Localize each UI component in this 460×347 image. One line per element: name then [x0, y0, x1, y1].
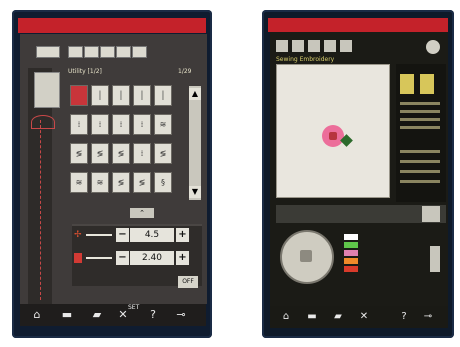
control-bar[interactable] — [276, 205, 446, 223]
dial-center-button[interactable] — [300, 250, 312, 262]
home-icon[interactable]: ⌂ — [276, 308, 296, 326]
header-label: Sewing Embroidery — [276, 56, 335, 63]
length-graphic — [86, 257, 112, 259]
off-button[interactable]: OFF — [178, 276, 198, 288]
stitch-button[interactable]: ≋ — [154, 114, 172, 135]
toolbar-button-1[interactable] — [68, 46, 83, 58]
stitch-button[interactable]: § — [154, 172, 172, 193]
stitch-button[interactable]: ≶ — [154, 143, 172, 164]
color-swatch-3[interactable] — [344, 250, 358, 256]
length-icon — [74, 253, 82, 263]
stitch-button[interactable]: ⁞ — [133, 143, 151, 164]
toolbar-button-3[interactable] — [100, 46, 115, 58]
stitch-button[interactable]: ⁞ — [70, 114, 88, 135]
toolbar-button-4[interactable] — [324, 40, 336, 52]
lock-icon[interactable]: ⊸ — [170, 306, 192, 324]
page-indicator: 1/29 — [178, 68, 192, 75]
color-swatch-5[interactable] — [344, 266, 358, 272]
panel-collapse-icon[interactable]: ⌃ — [130, 208, 154, 218]
toolbar-button-1[interactable] — [276, 40, 288, 52]
width-value: 4.5 — [130, 228, 174, 242]
width-graphic — [86, 234, 112, 236]
color-swatch-4[interactable] — [344, 258, 358, 264]
top-red-bar — [268, 18, 448, 32]
stitch-button[interactable]: ≋ — [70, 172, 88, 193]
toolbar-button-2[interactable] — [292, 40, 304, 52]
left-touchscreen: Utility [1/2] 1/29 │ │ │ │ ⁞ ⁞ ⁞ ⁞ ≋ ≶ ≶… — [12, 10, 212, 338]
pattern-category-label: Utility [1/2] — [68, 68, 102, 75]
width-icon: ✢ — [74, 230, 82, 240]
scroll-up-icon[interactable]: ▲ — [189, 88, 201, 100]
scroll-down-icon[interactable]: ▼ — [189, 186, 201, 198]
info-line — [400, 118, 440, 121]
help-icon[interactable]: ? — [394, 308, 414, 326]
stitch-button[interactable]: │ — [154, 85, 172, 106]
color-swatch-1[interactable] — [344, 234, 358, 240]
length-value: 2.40 — [130, 251, 174, 265]
hoop-icon — [400, 74, 414, 94]
stitch-button[interactable]: ≶ — [112, 172, 130, 193]
info-line — [400, 160, 440, 163]
machine-icon[interactable]: ▬ — [56, 306, 78, 324]
hoop-icon-2 — [420, 74, 434, 94]
folder-icon[interactable]: ▰ — [328, 308, 348, 326]
width-plus-button[interactable]: + — [176, 228, 189, 242]
stitch-button-selected[interactable] — [70, 85, 88, 106]
stitch-line — [40, 120, 41, 300]
toolbar-button-5[interactable] — [340, 40, 352, 52]
home-icon[interactable]: ⌂ — [26, 306, 48, 324]
stitch-button[interactable]: ≋ — [91, 172, 109, 193]
stitch-button[interactable]: │ — [112, 85, 130, 106]
stitch-button[interactable]: ⁞ — [133, 114, 151, 135]
toolbar-button-2[interactable] — [84, 46, 99, 58]
help-icon[interactable]: ? — [142, 306, 164, 324]
length-minus-button[interactable]: − — [116, 251, 129, 265]
stitch-button[interactable]: ≶ — [91, 143, 109, 164]
pattern-scrollbar[interactable] — [189, 86, 201, 200]
info-line — [400, 180, 440, 183]
needle-position-icon — [31, 115, 55, 129]
color-swatch-2[interactable] — [344, 242, 358, 248]
rotate-icon[interactable] — [426, 40, 440, 54]
info-line — [400, 126, 440, 129]
stitch-button[interactable]: │ — [133, 85, 151, 106]
width-minus-button[interactable]: − — [116, 228, 129, 242]
stitch-button[interactable]: ≶ — [70, 143, 88, 164]
stitch-button[interactable]: ⁞ — [112, 114, 130, 135]
machine-icon[interactable]: ▬ — [302, 308, 322, 326]
top-red-bar — [18, 18, 206, 33]
design-center — [329, 132, 337, 140]
presser-foot-image — [34, 72, 60, 108]
stitch-button[interactable]: ⁞ — [91, 114, 109, 135]
info-line — [400, 102, 440, 105]
stitch-button[interactable]: │ — [91, 85, 109, 106]
info-line — [400, 150, 440, 153]
right-touchscreen: Sewing Embroidery ⌂ ▬ ▰ ✕ ? ⊸ — [262, 10, 454, 338]
info-line — [400, 110, 440, 113]
settings-icon[interactable]: ✕ — [354, 308, 374, 326]
control-button[interactable] — [422, 206, 440, 222]
lock-icon[interactable]: ⊸ — [418, 308, 438, 326]
side-control-button[interactable] — [430, 246, 440, 272]
presser-foot-icon[interactable] — [36, 46, 60, 58]
folder-icon[interactable]: ▰ — [86, 306, 108, 324]
stitch-button[interactable]: ≶ — [133, 172, 151, 193]
settings-label: SET — [128, 304, 140, 311]
length-plus-button[interactable]: + — [176, 251, 189, 265]
info-line — [400, 170, 440, 173]
toolbar-button-4[interactable] — [116, 46, 131, 58]
stitch-button[interactable]: ≶ — [112, 143, 130, 164]
toolbar-button-3[interactable] — [308, 40, 320, 52]
toolbar-button-5[interactable] — [132, 46, 147, 58]
